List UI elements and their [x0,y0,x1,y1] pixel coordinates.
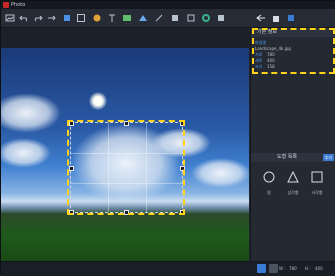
status-height-value: 400 [315,266,323,271]
palette-icon[interactable] [200,11,212,24]
square-icon [311,171,323,183]
status-width-value: 780 [289,266,297,271]
shape-label: 원 [267,190,271,195]
save-icon[interactable] [285,11,297,24]
grid-icon[interactable] [185,11,197,24]
highlight-info-box [252,28,335,74]
shape-triangle[interactable]: 삼각형 [282,168,304,196]
upload-icon[interactable] [270,11,282,24]
text-icon[interactable] [106,11,118,24]
app-title: Photo [11,2,26,8]
shape-square[interactable]: 사각형 [306,168,328,196]
undo-icon[interactable] [18,11,30,24]
shape-panel-header: 도형 목록 추가 [251,153,335,162]
frame-icon[interactable] [75,11,87,24]
arrow-icon[interactable] [46,11,58,24]
draw-icon[interactable] [153,11,165,24]
image-canvas[interactable] [1,28,249,261]
zoom-icon[interactable] [169,11,181,24]
shape-label: 삼각형 [287,190,299,195]
circle-icon [263,171,275,183]
status-height-label: H : [305,266,311,271]
sun-graphic [89,92,107,110]
gradient-icon[interactable] [121,11,133,24]
sticker-icon[interactable] [91,11,103,24]
layers-icon[interactable] [257,264,266,273]
add-shape-button[interactable]: 추가 [322,154,334,161]
status-width-label: W : [279,266,286,271]
right-panel: 기본 정보 파일명 Landscape_4k.jpg 가로 780 세로 400 크… [250,28,335,261]
app-logo-icon [3,2,9,8]
crop-icon[interactable] [61,11,73,24]
title-bar: Photo [1,1,335,9]
toolbar [1,9,335,28]
shape-list: 원 삼각형 사각형 [251,168,335,198]
more-icon[interactable] [215,11,227,24]
app-window: Photo 기본 정보 파일명 Landscape_4k.jpg 가로 780 … [0,0,335,276]
image-icon[interactable] [4,11,16,24]
shape-panel-title: 도형 목록 [277,154,297,160]
triangle-icon [287,170,299,183]
shape-circle[interactable]: 원 [258,168,280,196]
redo-icon[interactable] [32,11,44,24]
filter-icon[interactable] [137,11,149,24]
history-icon[interactable] [269,264,278,273]
back-icon[interactable] [255,11,267,24]
highlight-selection-box [67,120,185,215]
shape-label: 사각형 [311,190,323,195]
